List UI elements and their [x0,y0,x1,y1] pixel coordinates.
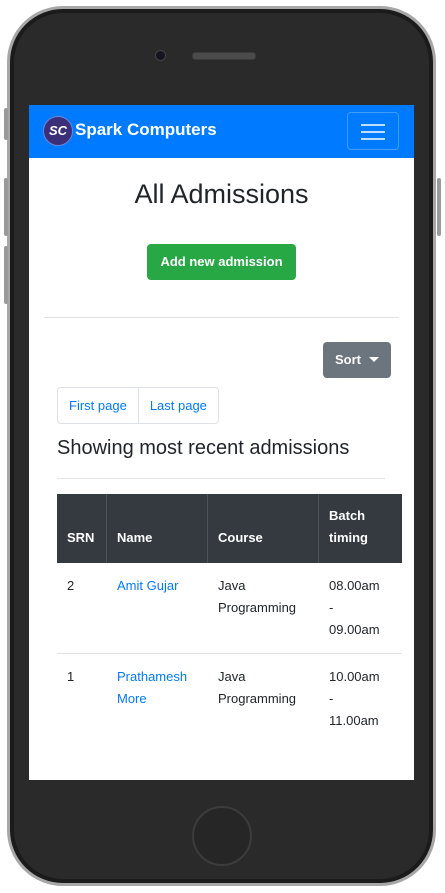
cell-srn: 1 [67,669,75,684]
phone-camera [155,50,166,61]
brand-logo[interactable]: SC [43,116,73,146]
header-course: Course [208,494,319,563]
caret-down-icon [369,357,379,362]
divider [44,317,399,318]
cell-course: Java Programming [218,669,297,706]
cell-name: Amit Gujar [107,563,208,597]
navbar-toggle-button[interactable] [347,112,399,150]
navbar: SC Spark Computers [29,105,414,158]
table-row: 2 Amit Gujar Java Programming 08.00am -09.… [57,563,402,654]
brand-name[interactable]: Spark Computers [75,120,217,140]
cell-batch-timing: 08.00am -09.00am [329,578,380,637]
header-srn: SRN [57,494,107,563]
cell-batch-timing: 10.00am -11.00am [329,669,380,728]
admissions-table: SRN Name Course Batch timing 2 Amit Gujar… [57,494,402,744]
hamburger-icon [361,124,385,126]
phone-screen: SC Spark Computers All Admissions Add ne… [29,105,414,780]
phone-side-button-volume-down [4,246,8,304]
phone-side-button-volume-up [4,178,8,236]
add-admission-button[interactable]: Add new admission [147,244,296,280]
phone-speaker [192,52,256,60]
table-row: 1 Prathamesh More Java Programming 10.00am… [57,654,402,744]
header-batch-timing: Batch timing [329,508,368,545]
hamburger-icon [361,138,385,140]
phone-side-button-power [437,178,441,236]
first-page-link[interactable]: First page [58,388,138,423]
phone-side-button-mute [4,108,8,140]
phone-home-button[interactable] [192,806,252,866]
student-name-link[interactable]: Amit Gujar [117,578,178,593]
sort-dropdown-button[interactable]: Sort [323,342,391,378]
header-name: Name [107,494,208,563]
section-subtitle: Showing most recent admissions [57,437,350,459]
student-name-link[interactable]: Prathamesh More [117,669,187,706]
hamburger-icon [361,131,385,133]
last-page-link[interactable]: Last page [137,388,218,423]
table-header: SRN Name Course Batch timing [57,494,402,563]
sort-button-label: Sort [335,352,361,367]
cell-course: Java Programming [218,578,297,615]
pagination: First page Last page [57,387,219,424]
cell-srn: 2 [67,578,75,593]
cell-name: Prathamesh More [107,654,208,710]
divider [57,478,385,479]
page-title: All Admissions [134,179,309,209]
